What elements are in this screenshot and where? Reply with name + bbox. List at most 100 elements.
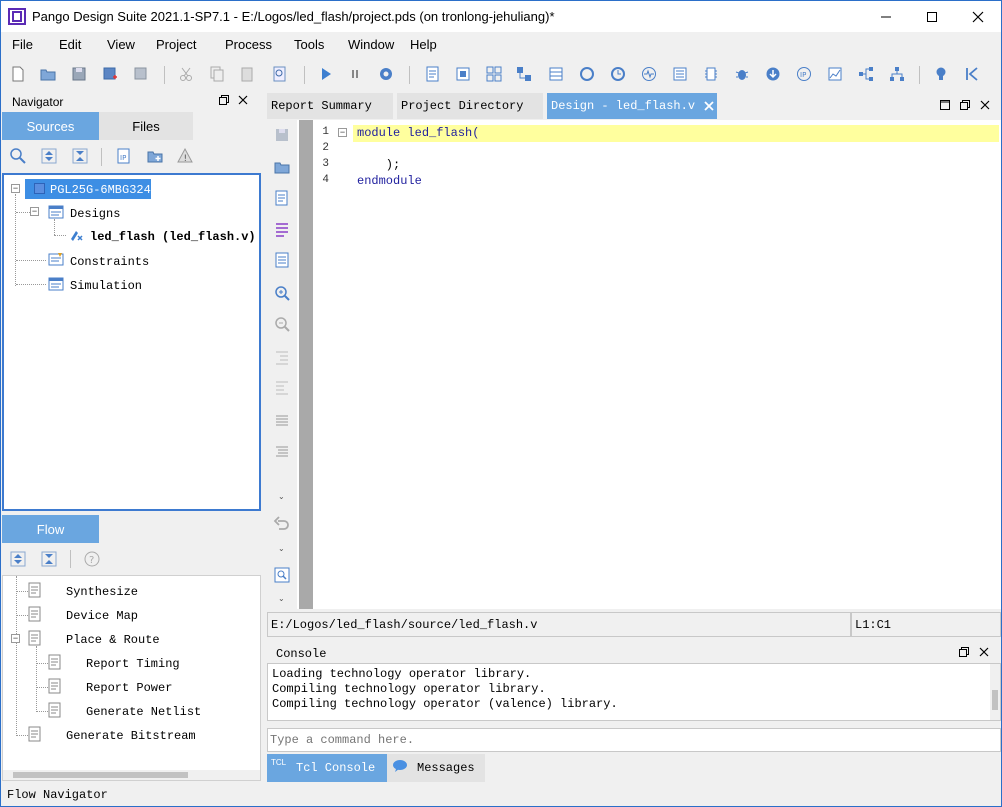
open-folder-icon[interactable] <box>39 65 57 83</box>
maximize-button[interactable] <box>909 1 955 32</box>
tab-messages[interactable]: Messages <box>387 754 485 782</box>
code-line-3[interactable]: ); <box>357 158 400 172</box>
timing-icon[interactable] <box>609 65 627 83</box>
help-icon[interactable]: ? <box>83 550 101 568</box>
download-icon[interactable] <box>764 65 782 83</box>
tree-module-led-flash[interactable]: led_flash (led_flash.v) <box>90 230 256 244</box>
zoom-in-icon[interactable] <box>273 284 291 302</box>
chevron-down-icon[interactable]: ⌄ <box>278 594 285 603</box>
refresh-icon[interactable] <box>578 65 596 83</box>
menu-tools[interactable]: Tools <box>294 37 324 52</box>
fold-toggle[interactable]: − <box>338 128 347 137</box>
back-arrow-icon[interactable] <box>963 65 981 83</box>
uncomment-icon[interactable] <box>273 442 291 460</box>
chevron-down-icon[interactable]: ⌄ <box>278 544 285 553</box>
lightbulb-icon[interactable] <box>932 65 950 83</box>
save-icon[interactable] <box>70 65 88 83</box>
close-panel-icon[interactable] <box>978 646 990 658</box>
collapse-device-toggle[interactable]: − <box>11 184 20 193</box>
constraint-editor-icon[interactable] <box>454 65 472 83</box>
netlist-icon[interactable] <box>671 65 689 83</box>
code-line-1[interactable]: module led_flash( <box>357 126 479 140</box>
search-icon[interactable] <box>9 147 27 165</box>
code-line-4[interactable]: endmodule <box>357 174 422 188</box>
menu-view[interactable]: View <box>107 37 135 52</box>
code-editor[interactable]: ⌄ ⌄ ⌄ 1 2 3 4 − module led_flash( ); end… <box>267 120 1001 609</box>
undo-icon[interactable] <box>273 514 291 532</box>
float-panel-icon[interactable] <box>958 646 970 658</box>
comment-icon[interactable] <box>273 411 291 429</box>
copy-icon[interactable] <box>207 65 225 83</box>
report-icon[interactable] <box>423 65 441 83</box>
vertical-scrollbar[interactable] <box>990 664 1000 720</box>
expand-all-icon[interactable] <box>9 550 27 568</box>
device-icon[interactable] <box>547 65 565 83</box>
chip-icon[interactable] <box>702 65 720 83</box>
tree-device[interactable]: PGL25G-6MBG324 <box>50 183 151 197</box>
menu-help[interactable]: Help <box>410 37 437 52</box>
tab-flow[interactable]: Flow <box>2 515 99 543</box>
save-all-icon[interactable] <box>101 65 119 83</box>
collapse-place-route-toggle[interactable]: − <box>11 634 20 643</box>
document-icon[interactable] <box>273 189 291 207</box>
waveform-icon[interactable] <box>640 65 658 83</box>
menu-edit[interactable]: Edit <box>59 37 81 52</box>
save-as-icon[interactable] <box>132 65 150 83</box>
expand-all-icon[interactable] <box>40 147 58 165</box>
float-panel-icon[interactable] <box>218 94 230 106</box>
scrollbar-thumb[interactable] <box>992 690 998 710</box>
menu-process[interactable]: Process <box>225 37 272 52</box>
format-icon[interactable] <box>273 220 291 238</box>
tcl-command-input[interactable] <box>270 732 990 748</box>
menu-window[interactable]: Window <box>348 37 394 52</box>
template-icon[interactable] <box>273 251 291 269</box>
warning-icon[interactable]: ! <box>176 147 194 165</box>
flow-device-map[interactable]: Device Map <box>66 609 138 623</box>
tree-constraints[interactable]: Constraints <box>70 255 149 269</box>
minimize-button[interactable] <box>863 1 909 32</box>
maximize-panel-icon[interactable] <box>939 99 951 111</box>
pause-icon[interactable] <box>346 65 364 83</box>
flow-synthesize[interactable]: Synthesize <box>66 585 138 599</box>
debug-bug-icon[interactable] <box>733 65 751 83</box>
collapse-all-icon[interactable] <box>71 147 89 165</box>
hierarchy-icon[interactable] <box>515 65 533 83</box>
save-icon[interactable] <box>273 126 291 144</box>
network-icon[interactable] <box>888 65 906 83</box>
float-panel-icon[interactable] <box>959 99 971 111</box>
horizontal-scrollbar[interactable] <box>3 770 260 780</box>
flow-generate-bitstream[interactable]: Generate Bitstream <box>66 729 196 743</box>
collapse-all-icon[interactable] <box>40 550 58 568</box>
find-in-file-icon[interactable] <box>273 566 291 584</box>
close-tab-icon[interactable] <box>703 100 715 112</box>
ip-icon[interactable]: IP <box>795 65 813 83</box>
menu-file[interactable]: File <box>12 37 33 52</box>
menu-project[interactable]: Project <box>156 37 196 52</box>
tree-simulation[interactable]: Simulation <box>70 279 142 293</box>
flow-generate-netlist[interactable]: Generate Netlist <box>86 705 201 719</box>
pin-planner-icon[interactable] <box>485 65 503 83</box>
cut-icon[interactable] <box>177 65 195 83</box>
close-panel-icon[interactable] <box>237 94 249 106</box>
paste-icon[interactable] <box>238 65 256 83</box>
flow-place-route[interactable]: Place & Route <box>66 633 160 647</box>
run-icon[interactable] <box>317 65 335 83</box>
find-icon[interactable] <box>271 65 289 83</box>
open-folder-icon[interactable] <box>273 158 291 176</box>
collapse-designs-toggle[interactable]: − <box>30 207 39 216</box>
flow-report-power[interactable]: Report Power <box>86 681 172 695</box>
chevron-down-icon[interactable]: ⌄ <box>278 492 285 501</box>
settings-gear-icon[interactable] <box>377 65 395 83</box>
tab-design-led-flash[interactable]: Design - led_flash.v <box>547 93 717 119</box>
new-file-icon[interactable] <box>9 65 27 83</box>
close-panel-icon[interactable] <box>979 99 991 111</box>
chart-icon[interactable] <box>826 65 844 83</box>
close-window-button[interactable] <box>955 1 1001 32</box>
tab-files[interactable]: Files <box>99 112 193 140</box>
add-folder-icon[interactable] <box>146 147 164 165</box>
scrollbar-thumb[interactable] <box>13 772 188 778</box>
tree-designs[interactable]: Designs <box>70 207 120 221</box>
zoom-out-icon[interactable] <box>273 315 291 333</box>
add-ip-icon[interactable]: IP <box>115 147 133 165</box>
tab-project-directory[interactable]: Project Directory <box>397 93 543 119</box>
